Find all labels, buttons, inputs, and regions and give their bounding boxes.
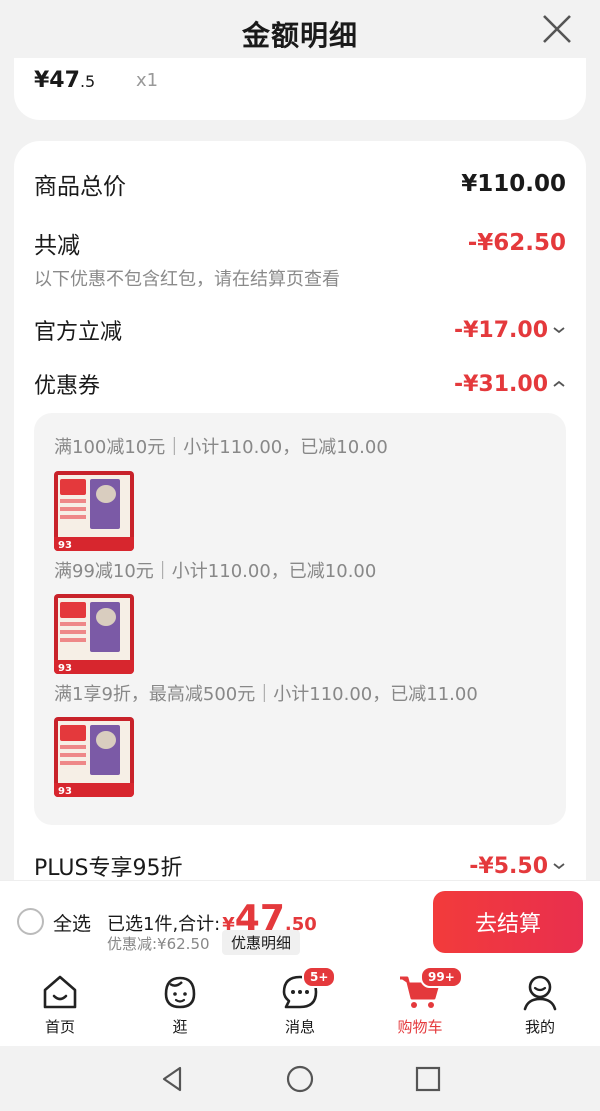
product-thumbnail[interactable]: 93 <box>54 471 134 551</box>
tab-messages[interactable]: 消息 5+ <box>240 962 360 1046</box>
tab-profile[interactable]: 我的 <box>480 962 600 1046</box>
product-quantity: x1 <box>136 70 159 91</box>
total-reduce-row: 共减 -¥62.50 <box>34 226 566 260</box>
coupon-item-text: 满99减10元｜小计110.00，已减10.00 <box>54 561 377 582</box>
plus-discount-row[interactable]: PLUS专享95折 -¥5.50 <box>34 850 566 882</box>
total-price-label: 商品总价 <box>34 174 126 200</box>
home-icon <box>43 975 77 1009</box>
bottom-tab-bar: 首页 逛 消息 5+ 购物车 99+ 我的 <box>0 962 600 1046</box>
tab-home[interactable]: 首页 <box>0 962 120 1046</box>
close-icon[interactable] <box>538 12 574 48</box>
face-icon <box>164 976 196 1009</box>
page-title: 金额明细 <box>241 19 358 52</box>
discount-summary: 优惠减:¥62.50 <box>107 935 210 953</box>
official-discount-value: -¥17.00 <box>454 318 566 343</box>
coupon-item-text: 满1享9折，最高减500元｜小计110.00，已减11.00 <box>54 684 478 705</box>
tab-cart[interactable]: 购物车 99+ <box>360 962 480 1046</box>
official-discount-label: 官方立减 <box>34 320 123 345</box>
discount-note: 以下优惠不包含红包，请在结算页查看 <box>34 269 340 290</box>
discount-detail-button[interactable]: 优惠明细 <box>222 930 301 955</box>
chevron-down-icon <box>553 327 565 334</box>
chevron-up-icon <box>553 380 565 387</box>
coupon-row[interactable]: 优惠券 -¥31.00 <box>34 368 566 400</box>
select-all-checkbox[interactable] <box>17 908 44 935</box>
select-all-label[interactable]: 全选 <box>53 909 91 936</box>
chevron-down-icon <box>553 863 565 870</box>
system-navigation-bar <box>0 1046 600 1111</box>
product-price: ¥47.5 <box>34 68 96 93</box>
plus-discount-value: -¥5.50 <box>469 854 566 879</box>
back-icon[interactable] <box>158 1065 186 1093</box>
product-thumbnail[interactable]: 93 <box>54 717 134 797</box>
coupon-item-text: 满100减10元｜小计110.00，已减10.00 <box>54 437 388 458</box>
tab-explore[interactable]: 逛 <box>120 962 240 1046</box>
checkout-bar: 全选 已选1件,合计: ¥ 47 .50 优惠减:¥62.50 优惠明细 去结算 <box>0 880 600 962</box>
product-thumbnail[interactable]: 93 <box>54 594 134 674</box>
price-detail-card: 商品总价 ¥110.00 共减 -¥62.50 以下优惠不包含红包，请在结算页查… <box>14 141 586 901</box>
cart-badge: 99+ <box>420 966 463 988</box>
coupon-list-panel: 满100减10元｜小计110.00，已减10.00 93 满99减10元｜小计1… <box>34 413 566 825</box>
checkout-button[interactable]: 去结算 <box>433 891 583 953</box>
message-badge: 5+ <box>302 966 337 988</box>
official-discount-row[interactable]: 官方立减 -¥17.00 <box>34 314 566 346</box>
coupon-value: -¥31.00 <box>454 372 566 397</box>
plus-discount-label: PLUS专享95折 <box>34 856 183 881</box>
total-reduce-value: -¥62.50 <box>467 230 566 256</box>
total-price-value: ¥110.00 <box>461 171 566 197</box>
home-circle-icon[interactable] <box>286 1065 314 1093</box>
coupon-label: 优惠券 <box>34 374 101 399</box>
recents-icon[interactable] <box>414 1065 442 1093</box>
total-price-row: 商品总价 ¥110.00 <box>34 167 566 201</box>
product-card: ¥47.5 x1 <box>14 58 586 120</box>
profile-icon <box>523 975 557 1011</box>
total-reduce-label: 共减 <box>34 233 80 259</box>
